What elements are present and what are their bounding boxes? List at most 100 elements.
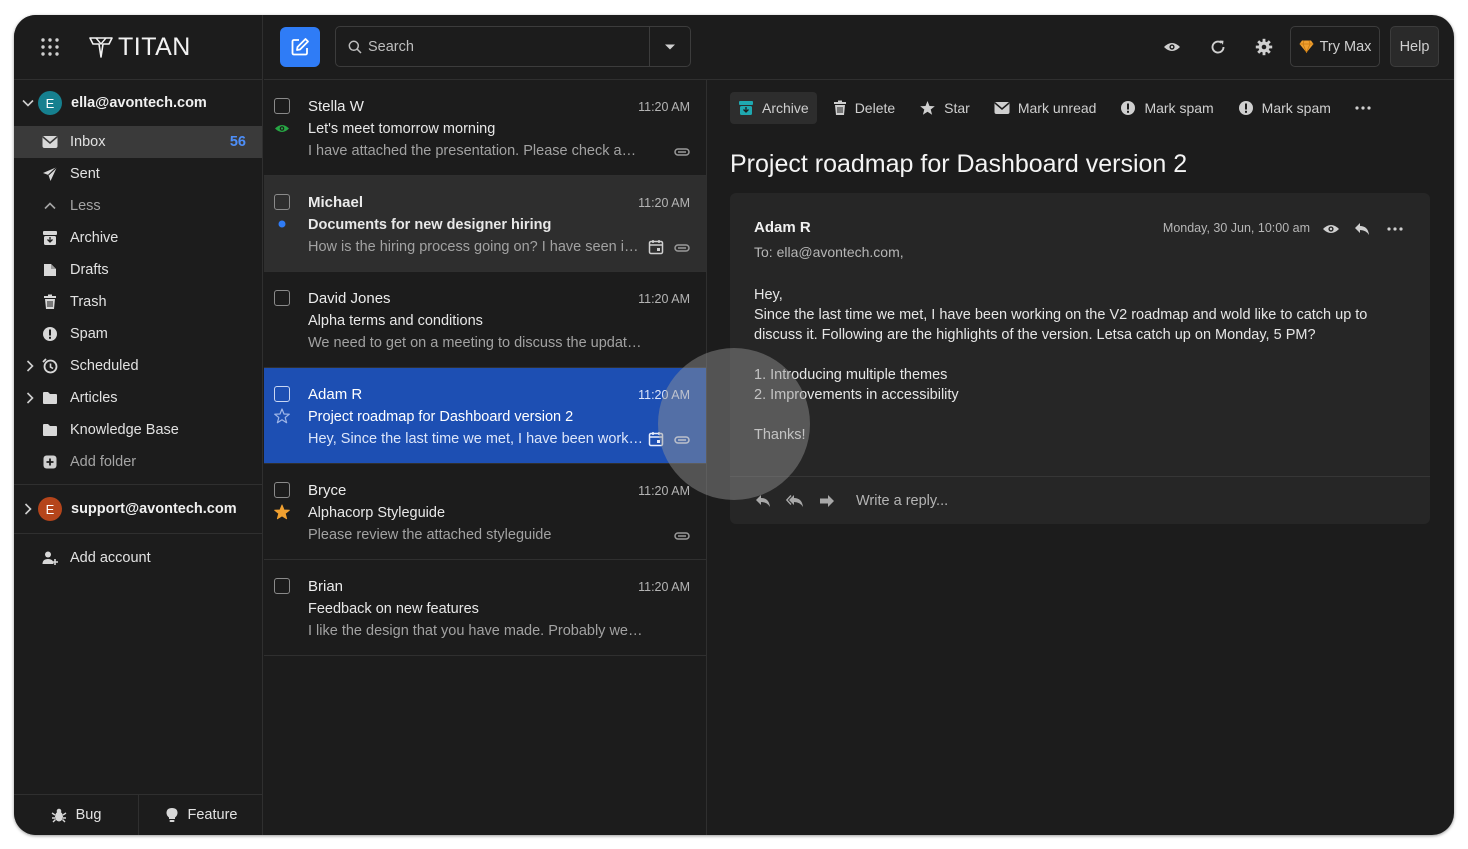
reply-button[interactable] <box>1353 220 1371 238</box>
sidebar-item-label: Add folder <box>70 454 137 470</box>
sidebar-item-scheduled[interactable]: Scheduled <box>14 350 262 382</box>
chevron-right-icon[interactable] <box>21 502 35 516</box>
write-reply-input[interactable]: Write a reply... <box>856 493 948 509</box>
feature-label: Feature <box>187 807 238 823</box>
message-time: 11:20 AM <box>638 196 690 210</box>
search-options-dropdown[interactable] <box>649 27 690 66</box>
titan-logo-icon <box>89 37 113 58</box>
send-icon <box>42 166 58 182</box>
request-feature-button[interactable]: Feature <box>138 795 263 835</box>
message-subject: Documents for new designer hiring <box>308 217 552 233</box>
message-row[interactable]: Bryce 11:20 AM Alphacorp Styleguide Plea… <box>264 464 706 560</box>
read-receipt-button[interactable] <box>1322 220 1340 238</box>
avatar: E <box>38 91 62 115</box>
sidebar-footer: Bug Feature <box>14 794 263 835</box>
view-toggle-button[interactable] <box>1162 37 1182 57</box>
top-bar: Try Max Help <box>264 15 1454 80</box>
sidebar-item-spam[interactable]: Spam <box>14 318 262 350</box>
search-box <box>335 26 691 67</box>
chevron-up-icon <box>42 198 58 214</box>
message-row[interactable]: Stella W 11:20 AM Let's meet tomorrow mo… <box>264 80 706 176</box>
help-button[interactable]: Help <box>1390 26 1439 67</box>
add-account-label: Add account <box>70 550 151 566</box>
account-email: support@avontech.com <box>71 501 237 517</box>
message-preview: How is the hiring process going on? I ha… <box>308 239 643 255</box>
search-icon <box>348 40 362 54</box>
apps-grid-icon[interactable] <box>41 38 59 56</box>
message-row[interactable]: Brian 11:20 AM Feedback on new features … <box>264 560 706 656</box>
more-actions-button[interactable] <box>1347 92 1379 124</box>
star-button[interactable]: Star <box>911 92 978 124</box>
star-outline-icon[interactable] <box>274 408 290 424</box>
select-checkbox[interactable] <box>274 290 290 306</box>
select-checkbox[interactable] <box>274 194 290 210</box>
mail-app-window: TITAN E ella@avontech.com Inbox 56 Sent … <box>14 15 1454 835</box>
forward-button[interactable] <box>818 492 836 510</box>
sidebar-item-label: Less <box>70 198 101 214</box>
star-icon[interactable] <box>274 504 290 520</box>
compose-icon <box>291 38 309 56</box>
email-subject-title: Project roadmap for Dashboard version 2 <box>730 150 1188 178</box>
settings-button[interactable] <box>1254 37 1274 57</box>
account-ella[interactable]: E ella@avontech.com <box>14 80 262 126</box>
search-input[interactable] <box>368 38 658 55</box>
sidebar-item-knowledge-base[interactable]: Knowledge Base <box>14 414 262 446</box>
attachment-icon <box>674 532 690 540</box>
eye-icon <box>1323 225 1339 233</box>
compose-button[interactable] <box>280 27 320 67</box>
message-subject: Alphacorp Styleguide <box>308 505 446 521</box>
archive-button[interactable]: Archive <box>730 92 817 124</box>
message-time: 11:20 AM <box>638 388 690 402</box>
mark-spam-button[interactable]: Mark spam <box>1112 92 1221 124</box>
attachment-icon <box>674 244 690 252</box>
select-checkbox[interactable] <box>274 386 290 402</box>
forward-icon <box>820 494 834 507</box>
delete-button[interactable]: Delete <box>825 92 903 124</box>
sidebar-item-less[interactable]: Less <box>14 190 262 222</box>
reply-all-button[interactable] <box>786 492 804 510</box>
message-row[interactable]: David Jones 11:20 AM Alpha terms and con… <box>264 272 706 368</box>
reply-all-icon <box>786 494 803 507</box>
sidebar-item-inbox[interactable]: Inbox 56 <box>14 126 262 158</box>
account-support[interactable]: E support@avontech.com <box>14 485 262 533</box>
chevron-right-icon[interactable] <box>23 359 37 373</box>
message-row[interactable]: Adam R 11:20 AM Project roadmap for Dash… <box>264 368 706 464</box>
sidebar-item-archive[interactable]: Archive <box>14 222 262 254</box>
more-horizontal-icon <box>1355 106 1371 110</box>
sidebar-item-label: Inbox <box>70 134 106 150</box>
chevron-down-icon[interactable] <box>21 96 35 110</box>
sidebar-item-drafts[interactable]: Drafts <box>14 254 262 286</box>
select-checkbox[interactable] <box>274 482 290 498</box>
sidebar-item-articles[interactable]: Articles <box>14 382 262 414</box>
add-account-button[interactable]: Add account <box>14 534 262 582</box>
sidebar-item-add-folder[interactable]: Add folder <box>14 446 262 478</box>
select-checkbox[interactable] <box>274 98 290 114</box>
try-max-button[interactable]: Try Max <box>1290 26 1380 67</box>
unread-dot-icon <box>274 216 290 232</box>
refresh-button[interactable] <box>1208 37 1228 57</box>
message-preview: I have attached the presentation. Please… <box>308 143 643 159</box>
gear-icon <box>1255 38 1273 56</box>
sidebar-item-trash[interactable]: Trash <box>14 286 262 318</box>
scheduled-icon <box>42 358 58 374</box>
sidebar-item-sent[interactable]: Sent <box>14 158 262 190</box>
select-checkbox[interactable] <box>274 578 290 594</box>
mark-spam-button-2[interactable]: Mark spam <box>1230 92 1339 124</box>
add-folder-icon <box>42 454 58 470</box>
diamond-icon <box>1299 40 1314 53</box>
lightbulb-icon <box>166 808 177 822</box>
archive-label: Archive <box>762 100 809 116</box>
mark-unread-button[interactable]: Mark unread <box>986 92 1105 124</box>
reply-button[interactable] <box>754 492 772 510</box>
email-list-item: 1. Introducing multiple themes <box>754 367 948 383</box>
email-more-button[interactable] <box>1386 220 1404 238</box>
email-card: Adam R To: ella@avontech.com, Monday, 30… <box>730 193 1430 524</box>
eye-icon <box>1164 43 1180 51</box>
report-bug-button[interactable]: Bug <box>14 795 138 835</box>
email-body: Hey, Since the last time we met, I have … <box>754 285 1404 445</box>
message-row[interactable]: Michael 11:20 AM Documents for new desig… <box>264 176 706 272</box>
avatar: E <box>38 497 62 521</box>
chevron-right-icon[interactable] <box>23 391 37 405</box>
